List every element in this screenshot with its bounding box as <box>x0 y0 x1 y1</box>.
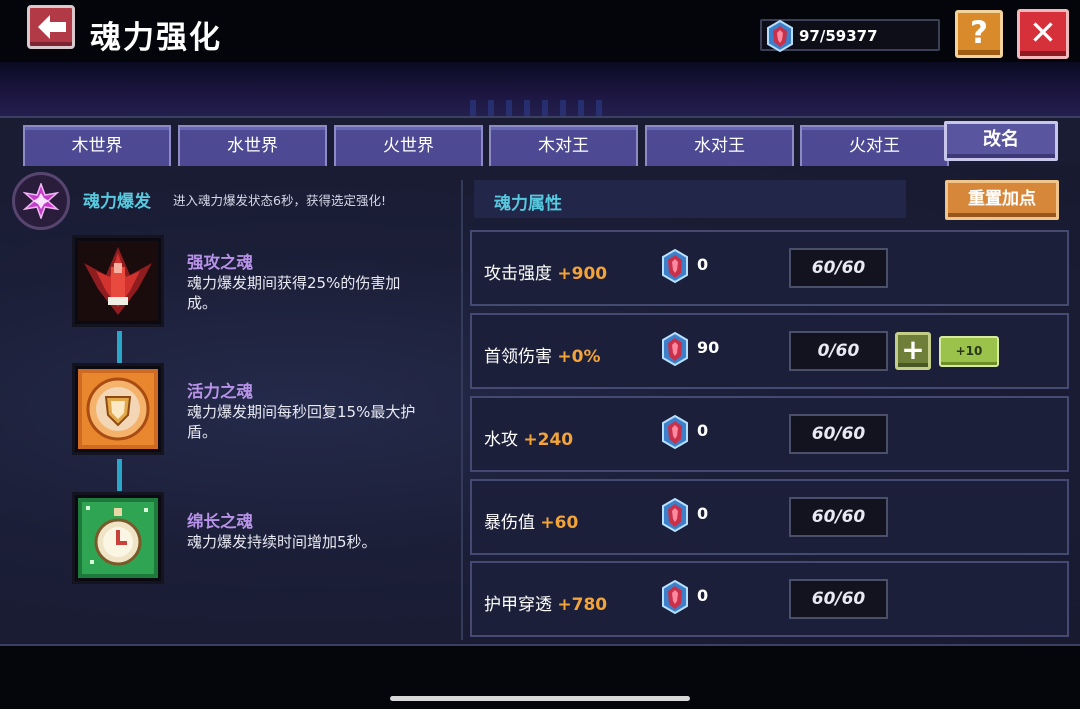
attribute-level: 60/60 <box>789 497 888 537</box>
skill-description-line: 盾。 <box>187 423 218 441</box>
back-arrow-icon <box>38 15 66 39</box>
tab-wood-boss[interactable]: 木对王 <box>489 125 638 166</box>
page-title: 魂力强化 <box>90 20 222 56</box>
top-bar: 魂力强化 97/59377 ? ✕ <box>0 0 1080 62</box>
soul-gem-icon <box>662 579 688 615</box>
attribute-name: 水攻 +240 <box>484 430 574 450</box>
soul-currency-display: 97/59377 <box>760 19 940 53</box>
soul-gem-icon <box>662 331 688 367</box>
attribute-row: 水攻 +240 0 60/60 <box>470 396 1069 472</box>
attribute-cost: 0 <box>697 586 709 605</box>
section-divider <box>461 180 463 640</box>
attribute-name: 攻击强度 +900 <box>484 264 608 284</box>
attribute-level: 60/60 <box>789 414 888 454</box>
attribute-level: 60/60 <box>789 248 888 288</box>
soul-gem-icon <box>662 248 688 284</box>
skill-description-line: 魂力爆发持续时间增加5秒。 <box>187 533 377 551</box>
close-button[interactable]: ✕ <box>1017 9 1069 59</box>
attribute-name: 护甲穿透 +780 <box>484 595 608 615</box>
soul-gem-icon <box>662 497 688 533</box>
skill-name: 活力之魂 <box>187 382 253 401</box>
green-stopwatch-icon[interactable] <box>72 492 164 584</box>
attribute-row: 攻击强度 +900 0 60/60 <box>470 230 1069 306</box>
attribute-header: 魂力属性 <box>494 194 562 214</box>
help-button[interactable]: ? <box>955 10 1003 58</box>
soul-burst-icon <box>12 172 70 230</box>
attribute-bonus: +900 <box>557 264 608 284</box>
attribute-row: 首领伤害 +0% 90 0/60 + +10 <box>470 313 1069 389</box>
skill-connector <box>117 331 122 363</box>
skill-description-line: 魂力爆发期间获得25%的伤害加 <box>187 274 401 292</box>
attribute-cost: 0 <box>697 421 709 440</box>
red-winged-attack-icon[interactable] <box>72 235 164 327</box>
tab-wood-world[interactable]: 木世界 <box>23 125 171 166</box>
attribute-cost: 0 <box>697 504 709 523</box>
background-banner <box>0 62 1080 118</box>
tab-water-boss[interactable]: 水对王 <box>645 125 794 166</box>
currency-amount: 97/59377 <box>799 27 878 45</box>
attribute-name: 首领伤害 +0% <box>484 347 601 367</box>
question-mark-icon: ? <box>970 15 988 51</box>
skill-connector <box>117 459 122 491</box>
soul-gem-icon <box>662 414 688 450</box>
reset-points-button[interactable]: 重置加点 <box>945 180 1059 220</box>
attribute-bonus: +0% <box>557 347 601 367</box>
attribute-bonus: +60 <box>540 513 579 533</box>
attribute-bonus: +240 <box>523 430 574 450</box>
tab-fire-world[interactable]: 火世界 <box>334 125 483 166</box>
attribute-row: 暴伤值 +60 0 60/60 <box>470 479 1069 555</box>
home-indicator[interactable] <box>390 696 690 701</box>
add-ten-points-button[interactable]: +10 <box>939 336 999 367</box>
attribute-name: 暴伤值 +60 <box>484 513 579 533</box>
soul-gem-icon <box>767 19 793 53</box>
attribute-bonus: +780 <box>557 595 608 615</box>
skill-description-line: 成。 <box>187 294 218 312</box>
attribute-cost: 90 <box>697 338 720 357</box>
attribute-row: 护甲穿透 +780 0 60/60 <box>470 561 1069 637</box>
skill-name: 强攻之魂 <box>187 253 253 272</box>
back-button[interactable] <box>27 5 75 49</box>
orange-shield-icon[interactable] <box>72 363 164 455</box>
attribute-level: 0/60 <box>789 331 888 371</box>
rename-button[interactable]: 改名 <box>944 121 1058 161</box>
add-point-button[interactable]: + <box>895 332 931 370</box>
skill-description-line: 魂力爆发期间每秒回复15%最大护 <box>187 403 416 421</box>
tab-fire-boss[interactable]: 火对王 <box>800 125 949 166</box>
attribute-level: 60/60 <box>789 579 888 619</box>
soul-burst-description: 进入魂力爆发状态6秒，获得选定强化! <box>173 193 386 208</box>
tab-water-world[interactable]: 水世界 <box>178 125 327 166</box>
close-icon: ✕ <box>1029 13 1057 52</box>
soul-burst-label: 魂力爆发 <box>83 192 151 212</box>
attribute-cost: 0 <box>697 255 709 274</box>
skill-name: 绵长之魂 <box>187 512 253 531</box>
